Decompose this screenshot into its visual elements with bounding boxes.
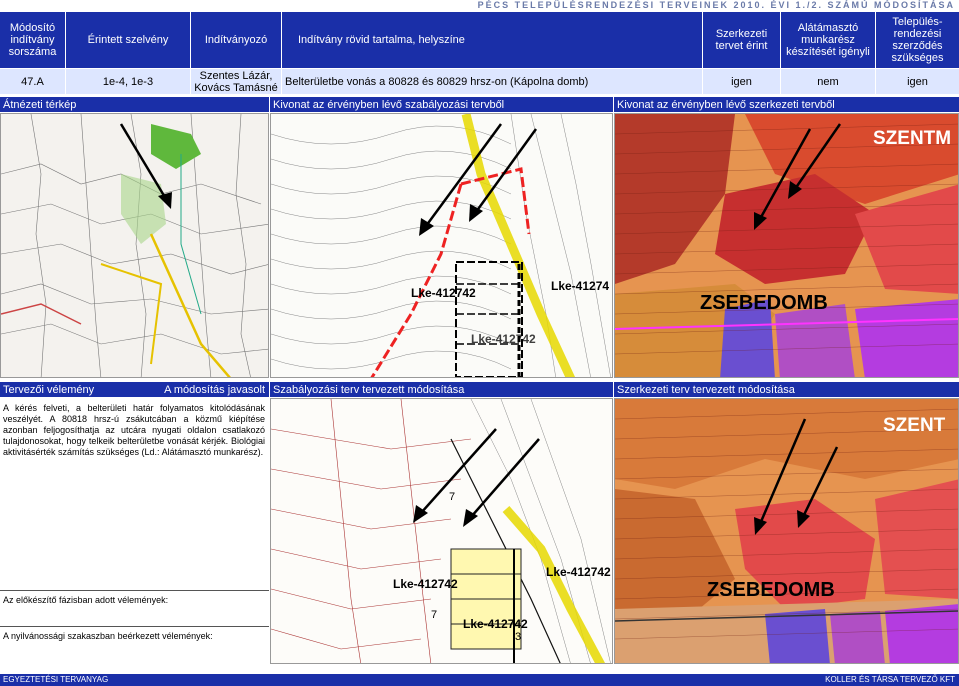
section-reg-current: Kivonat az érvényben lévő szabályozási t…	[270, 97, 613, 112]
header-cell-structural: Szerkezeti tervet érint	[703, 12, 780, 68]
header-cell-supporting: Alátámasztó munkarész készítését igényli	[781, 12, 875, 68]
map-label-lke5: Lke-412742	[546, 565, 611, 579]
row-cell-initiator: Szentes Lázár, Kovács Tamásné	[191, 69, 281, 94]
public-opinions-label: A nyilvánossági szakaszban beérkezett vé…	[3, 631, 213, 641]
section-overview: Átnézeti térkép	[0, 97, 269, 112]
section-recommended: A módosítás javasolt	[160, 382, 269, 397]
section-reg-planned: Szabályozási terv tervezett módosítása	[270, 382, 613, 397]
opinion-divider-1	[0, 590, 269, 591]
footer: EGYEZTETÉSI TERVANYAG KOLLER ÉS TÁRSA TE…	[0, 674, 959, 686]
header-cell-initiator: Indítványozó	[191, 12, 281, 68]
map-label-lke6: Lke-412742	[463, 617, 528, 631]
footer-left: EGYEZTETÉSI TERVANYAG	[3, 675, 109, 684]
opinion-text: A kérés felveti, a belterületi határ fol…	[3, 403, 265, 457]
document-header: PÉCS TELEPÜLÉSRENDEZÉSI TERVEINEK 2010. …	[0, 0, 959, 12]
header-cell-number: Módosító indítvány sorszáma	[0, 12, 65, 68]
reg-planned-map: Lke-412742 Lke-412742 Lke-412742 7 7 3	[270, 398, 613, 664]
document-title: PÉCS TELEPÜLÉSRENDEZÉSI TERVEINEK 2010. …	[477, 0, 955, 10]
header-cell-sheet: Érintett szelvény	[66, 12, 190, 68]
reg-current-map: Lke-412742 Lke-41274 Lke-412742	[270, 113, 613, 378]
struct-planned-map: SZENT ZSEBEDOMB	[614, 398, 959, 664]
footer-right: KOLLER ÉS TÁRSA TERVEZŐ KFT	[825, 675, 955, 684]
map-label-lke2: Lke-41274	[551, 279, 610, 293]
row-cell-supporting: nem	[781, 69, 875, 94]
map-label-num7: 7	[449, 491, 456, 503]
section-struct-current: Kivonat az érvényben lévő szerkezeti ter…	[614, 97, 959, 112]
prelim-opinions-label: Az előkészítő fázisban adott vélemények:	[3, 595, 169, 605]
section-struct-planned: Szerkezeti terv tervezett módosítása	[614, 382, 959, 397]
header-cell-contract: Település-rendezési szerződés szükséges	[876, 12, 959, 68]
map-label-szent: SZENTM	[873, 128, 952, 149]
header-cell-content: Indítvány rövid tartalma, helyszíne	[282, 12, 702, 68]
map-label-num3: 3	[515, 631, 522, 643]
map-label-lke3: Lke-412742	[471, 332, 536, 346]
opinion-divider-2	[0, 626, 269, 627]
map-label-zsebedomb: ZSEBEDOMB	[700, 292, 828, 314]
map-label-szent2: SZENT	[883, 415, 946, 436]
map-label-lke4: Lke-412742	[393, 577, 458, 591]
row-cell-structural: igen	[703, 69, 780, 94]
overview-map	[0, 113, 269, 378]
map-label-zsebedomb2: ZSEBEDOMB	[707, 579, 835, 601]
section-designer-opinion: Tervezői vélemény	[0, 382, 160, 397]
struct-current-map: SZENTM ZSEBEDOMB	[614, 113, 959, 378]
map-label-num7b: 7	[431, 609, 438, 621]
row-cell-number: 47.A	[0, 69, 65, 94]
row-cell-contract: igen	[876, 69, 959, 94]
map-label-lke1: Lke-412742	[411, 286, 476, 300]
row-cell-sheet: 1e-4, 1e-3	[66, 69, 190, 94]
row-cell-content: Belterületbe vonás a 80828 és 80829 hrsz…	[282, 69, 702, 94]
